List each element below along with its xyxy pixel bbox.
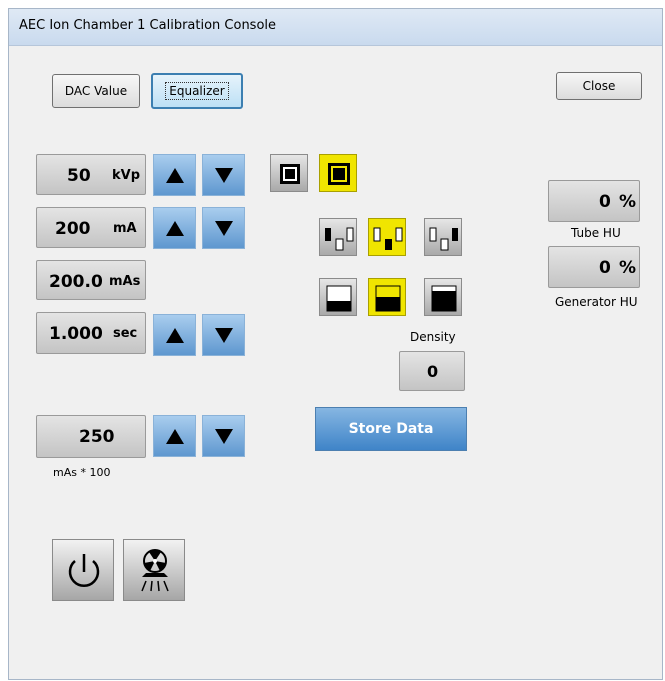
ma-increase-button[interactable] bbox=[153, 207, 196, 249]
chamber-left-icon bbox=[325, 227, 354, 251]
triangle-down-icon bbox=[215, 168, 233, 183]
triangle-down-icon bbox=[215, 221, 233, 236]
time-increase-button[interactable] bbox=[153, 314, 196, 356]
mas-unit: mAs bbox=[109, 274, 141, 289]
generator-hu-value: 0 bbox=[599, 258, 611, 278]
kvp-increase-button[interactable] bbox=[153, 154, 196, 196]
density-label: Density bbox=[410, 330, 456, 344]
generator-hu-unit: % bbox=[619, 258, 637, 278]
time-value: 1.000 bbox=[49, 324, 103, 344]
density-medium-button[interactable] bbox=[368, 278, 406, 316]
ma-decrease-button[interactable] bbox=[202, 207, 245, 249]
radiation-exposure-icon bbox=[141, 549, 169, 592]
time-display: 1.000 sec bbox=[36, 312, 146, 354]
chamber-right-button[interactable] bbox=[424, 218, 462, 256]
tube-hu-unit: % bbox=[619, 192, 637, 212]
filled-square-icon bbox=[328, 163, 350, 185]
kvp-decrease-button[interactable] bbox=[202, 154, 245, 196]
generator-hu-label: Generator HU bbox=[555, 295, 638, 309]
mas100-decrease-button[interactable] bbox=[202, 415, 245, 457]
triangle-down-icon bbox=[215, 429, 233, 444]
power-button[interactable] bbox=[52, 539, 114, 601]
density-display: 0 bbox=[399, 351, 465, 391]
density-low-button[interactable] bbox=[319, 278, 357, 316]
triangle-up-icon bbox=[166, 328, 184, 343]
field-size-large-button[interactable] bbox=[270, 154, 308, 192]
exposure-button[interactable] bbox=[123, 539, 185, 601]
title-bar: AEC Ion Chamber 1 Calibration Console bbox=[9, 9, 662, 46]
mas-value: 200.0 bbox=[49, 272, 103, 292]
dac-value-label: DAC Value bbox=[64, 84, 128, 98]
console-client-area: DAC Value Equalizer Close 50 kVp 200 mA bbox=[9, 46, 662, 679]
triangle-down-icon bbox=[215, 328, 233, 343]
calibration-console-window: AEC Ion Chamber 1 Calibration Console DA… bbox=[8, 8, 663, 680]
ma-display: 200 mA bbox=[36, 207, 146, 248]
equalizer-button[interactable]: Equalizer bbox=[151, 73, 243, 109]
close-button[interactable]: Close bbox=[556, 72, 642, 100]
close-label: Close bbox=[582, 79, 616, 93]
kvp-value: 50 bbox=[67, 166, 91, 186]
time-decrease-button[interactable] bbox=[202, 314, 245, 356]
field-size-small-button[interactable] bbox=[319, 154, 357, 192]
density-low-icon bbox=[326, 285, 352, 312]
mas100-value: 250 bbox=[79, 427, 115, 447]
triangle-up-icon bbox=[166, 429, 184, 444]
tube-hu-label: Tube HU bbox=[571, 226, 621, 240]
time-unit: sec bbox=[113, 326, 138, 341]
kvp-unit: kVp bbox=[112, 168, 141, 183]
window-title: AEC Ion Chamber 1 Calibration Console bbox=[19, 18, 277, 33]
equalizer-label: Equalizer bbox=[165, 82, 229, 100]
chamber-center-button[interactable] bbox=[368, 218, 406, 256]
ma-value: 200 bbox=[55, 219, 91, 239]
density-high-icon bbox=[431, 285, 457, 312]
kvp-display: 50 kVp bbox=[36, 154, 146, 195]
triangle-up-icon bbox=[166, 221, 184, 236]
triangle-up-icon bbox=[166, 168, 184, 183]
chamber-right-icon bbox=[429, 227, 458, 251]
power-icon bbox=[68, 554, 100, 587]
mas100-caption: mAs * 100 bbox=[53, 466, 111, 479]
mas-display: 200.0 mAs bbox=[36, 260, 146, 300]
tube-hu-value: 0 bbox=[599, 192, 611, 212]
ma-unit: mA bbox=[113, 221, 137, 236]
store-data-button[interactable]: Store Data bbox=[315, 407, 467, 451]
mas100-increase-button[interactable] bbox=[153, 415, 196, 457]
density-value: 0 bbox=[427, 362, 439, 381]
nested-squares-icon bbox=[280, 164, 300, 184]
generator-hu-display: 0 % bbox=[548, 246, 640, 288]
store-data-label: Store Data bbox=[348, 421, 434, 437]
dac-value-button[interactable]: DAC Value bbox=[52, 74, 140, 108]
mas100-display: 250 bbox=[36, 415, 146, 458]
tube-hu-display: 0 % bbox=[548, 180, 640, 222]
density-medium-icon bbox=[375, 285, 401, 312]
chamber-left-button[interactable] bbox=[319, 218, 357, 256]
chamber-center-icon bbox=[373, 227, 403, 250]
density-high-button[interactable] bbox=[424, 278, 462, 316]
